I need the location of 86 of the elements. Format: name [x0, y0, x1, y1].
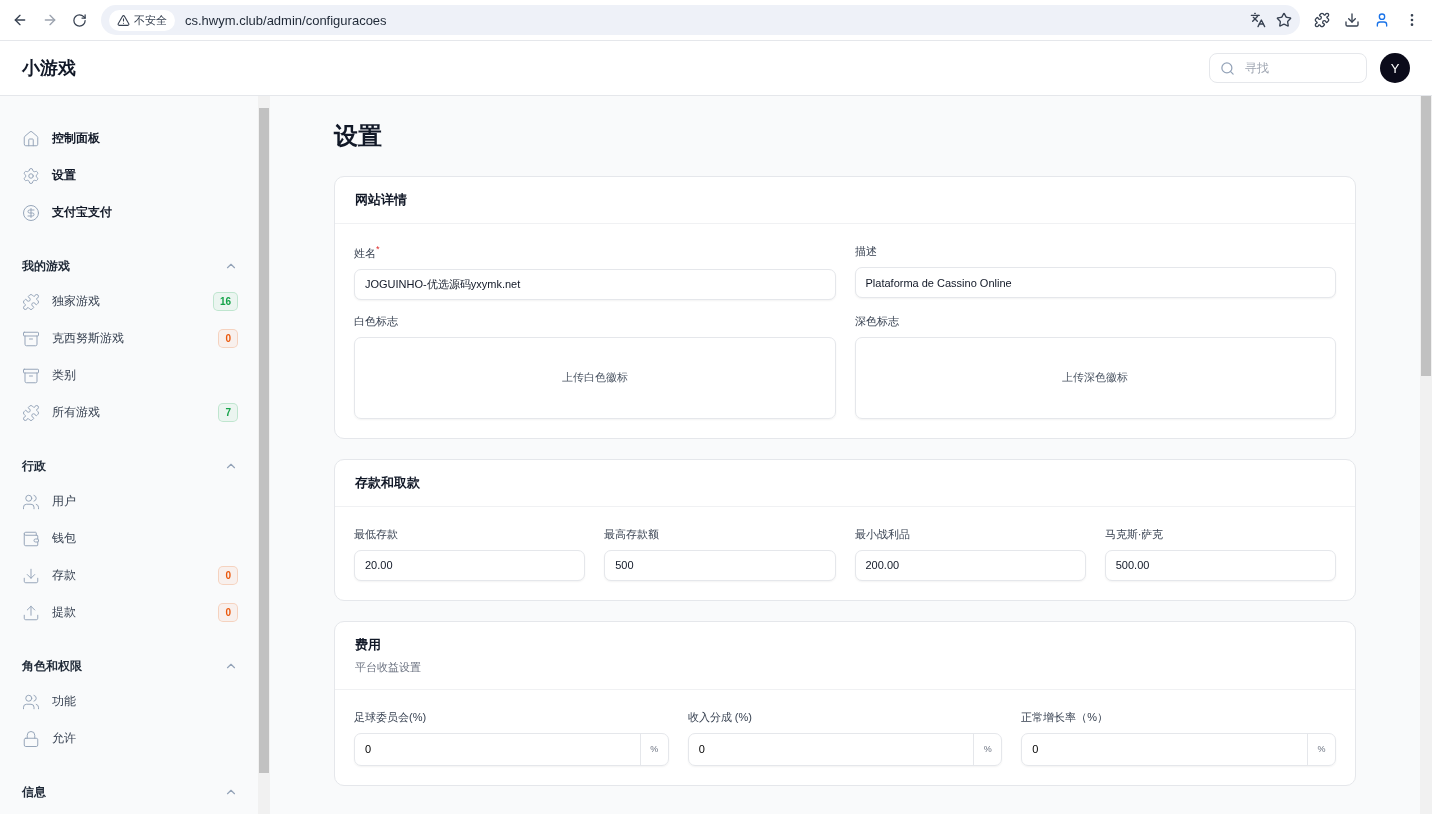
- text-input[interactable]: 0: [355, 733, 640, 765]
- sidebar-item[interactable]: 控制面板: [22, 120, 258, 157]
- sidebar-item-icon: [22, 692, 40, 711]
- star-icon[interactable]: [1276, 12, 1292, 28]
- scrollbar-thumb[interactable]: [1421, 96, 1431, 376]
- sidebar-item[interactable]: 功能: [22, 683, 258, 720]
- profile-icon[interactable]: [1374, 12, 1390, 28]
- card-title: 费用: [355, 635, 382, 654]
- field-label: 白色标志: [354, 313, 399, 329]
- sidebar-group-header[interactable]: 我的游戏: [22, 249, 258, 283]
- sidebar-item-icon: [22, 603, 40, 622]
- sidebar-item[interactable]: 钱包: [22, 520, 258, 557]
- field-label: 马克斯·萨克: [1104, 526, 1165, 542]
- page-title: 设置: [334, 121, 383, 151]
- required-mark: *: [376, 244, 380, 254]
- sidebar-item[interactable]: 独家游戏 16: [22, 283, 258, 320]
- field-label: 深色标志: [854, 313, 900, 329]
- card-title: 网站详情: [355, 191, 408, 209]
- input-field[interactable]: JOGUINHO-优选源码yxymk.net: [354, 268, 836, 300]
- sidebar-item[interactable]: 类别: [22, 357, 258, 394]
- field-label: 姓名$^{*}$: [354, 244, 381, 261]
- count-badge: 16: [212, 292, 238, 311]
- search-field[interactable]: 寻找: [1209, 53, 1367, 83]
- address-bar[interactable]: 不安全 cs.hwym.club/admin/configuracoes: [101, 5, 1300, 35]
- sidebar-item[interactable]: 设置: [22, 157, 258, 194]
- count-badge: 0: [218, 329, 238, 348]
- field-label: 最高存款额: [604, 526, 661, 542]
- text-input[interactable]: 0: [1022, 733, 1307, 765]
- sidebar-item-icon: [22, 403, 40, 422]
- sidebar-item-icon: [22, 729, 40, 748]
- input-field[interactable]: 500.00: [1104, 549, 1336, 581]
- input-field[interactable]: 0 %: [687, 732, 1003, 766]
- sidebar-item[interactable]: 允许: [22, 720, 258, 757]
- sidebar-group-header[interactable]: 信息: [22, 775, 258, 809]
- field-label: 足球委员会(%): [354, 709, 428, 725]
- sidebar-item-icon: [22, 529, 40, 548]
- search-icon: [1220, 60, 1235, 76]
- puzzle-icon[interactable]: [1314, 12, 1330, 28]
- url-text: cs.hwym.club/admin/configuracoes: [185, 12, 388, 28]
- sidebar-item-icon: [22, 329, 40, 348]
- upload-dropzone[interactable]: 上传深色徽标: [854, 336, 1336, 419]
- sidebar-item-icon: [22, 166, 40, 185]
- download-icon[interactable]: [1344, 12, 1360, 28]
- card-title: 存款和取款: [355, 473, 421, 492]
- sidebar-item-icon: [22, 366, 40, 385]
- sidebar-item-icon: [22, 566, 40, 585]
- field-label: 最小战利品: [854, 526, 911, 542]
- scrollbar-thumb[interactable]: [259, 108, 269, 773]
- count-badge: 0: [218, 603, 238, 622]
- field-label: 收入分成 (%): [687, 709, 753, 725]
- security-chip[interactable]: 不安全: [109, 9, 175, 31]
- upload-dropzone[interactable]: 上传白色徽标: [354, 336, 836, 419]
- field-label: 描述: [854, 244, 878, 259]
- user-avatar[interactable]: Y: [1380, 53, 1410, 83]
- sidebar-item[interactable]: 用户: [22, 483, 258, 520]
- sidebar-item[interactable]: 所有游戏 7: [22, 394, 258, 431]
- percent-suffix: %: [639, 733, 668, 765]
- reload-icon[interactable]: [72, 12, 87, 28]
- brand-title: 小游戏: [22, 57, 77, 80]
- input-field[interactable]: Plataforma de Cassino Online: [854, 267, 1336, 298]
- input-field[interactable]: 20.00: [354, 549, 586, 581]
- warning-icon: [117, 13, 130, 27]
- sidebar-item-icon: [22, 203, 40, 222]
- sidebar-item[interactable]: 克西努斯游戏 0: [22, 320, 258, 357]
- card-subtitle: 平台收益设置: [355, 659, 422, 675]
- count-badge: 0: [218, 566, 238, 585]
- sidebar-item-icon: [22, 492, 40, 511]
- field-label: 正常增长率（%）: [1021, 709, 1110, 725]
- text-input[interactable]: 0: [688, 733, 974, 765]
- field-label: 最低存款: [354, 526, 399, 542]
- input-field[interactable]: 0 %: [1021, 732, 1336, 766]
- sidebar-item[interactable]: 提款 0: [22, 594, 258, 631]
- count-badge: 7: [218, 403, 238, 422]
- translate-icon[interactable]: [1250, 12, 1266, 28]
- percent-suffix: %: [973, 733, 1002, 765]
- input-field[interactable]: 0 %: [354, 732, 669, 766]
- back-icon[interactable]: [12, 12, 28, 28]
- sidebar-item-icon: [22, 292, 40, 311]
- sidebar-item[interactable]: 支付宝支付: [22, 194, 258, 231]
- sidebar-item[interactable]: 存款 0: [22, 557, 258, 594]
- sidebar-item-icon: [22, 129, 40, 148]
- input-field[interactable]: 200.00: [854, 549, 1086, 581]
- sidebar-group-header[interactable]: 角色和权限: [22, 649, 258, 683]
- sidebar-group-header[interactable]: 行政: [22, 449, 258, 483]
- input-field[interactable]: 500: [604, 549, 836, 581]
- percent-suffix: %: [1307, 733, 1335, 765]
